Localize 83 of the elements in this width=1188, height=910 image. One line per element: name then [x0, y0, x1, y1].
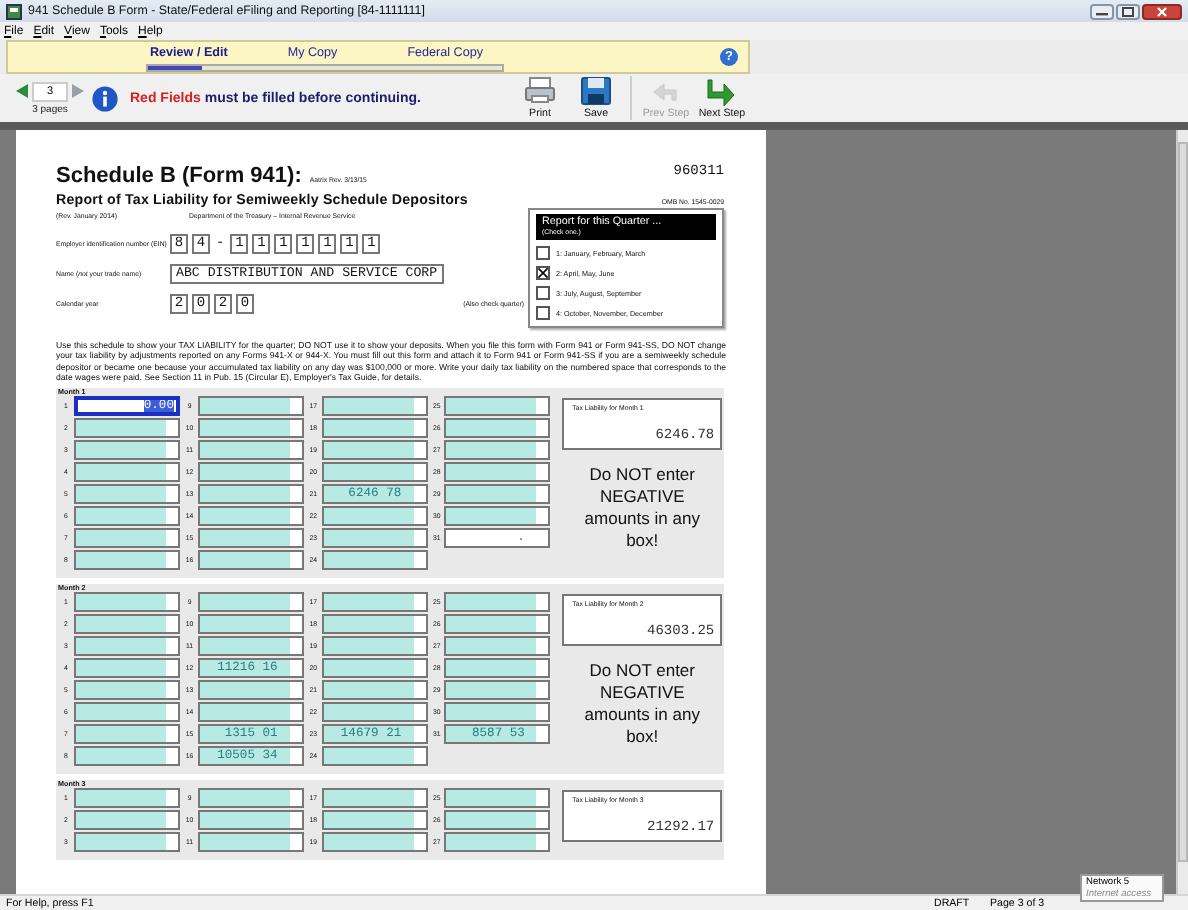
amount-field[interactable] [74, 506, 180, 527]
amount-field[interactable] [321, 506, 428, 527]
amount-field[interactable] [74, 746, 180, 767]
amount-field[interactable] [74, 462, 180, 483]
scrollbar[interactable] [1176, 130, 1188, 894]
amount-field[interactable] [444, 396, 551, 417]
amount-field[interactable] [197, 832, 304, 853]
amount-field[interactable] [321, 462, 428, 483]
amount-field[interactable] [321, 832, 428, 853]
checkbox[interactable] [536, 246, 550, 260]
amount-field[interactable] [444, 788, 551, 809]
amount-field[interactable] [197, 506, 304, 527]
amount-field[interactable] [321, 418, 428, 439]
amount-field[interactable] [74, 658, 180, 679]
amount-field[interactable] [321, 636, 428, 657]
amount-field[interactable] [321, 592, 428, 613]
amount-field[interactable] [444, 440, 551, 461]
amount-field[interactable] [197, 702, 304, 723]
amount-field[interactable] [74, 680, 180, 701]
amount-field[interactable] [321, 810, 428, 831]
amount-field[interactable] [444, 832, 551, 853]
amount-field[interactable] [197, 440, 304, 461]
amount-field[interactable] [444, 810, 551, 831]
amount-field[interactable] [444, 418, 551, 439]
amount-field[interactable] [74, 832, 180, 853]
form-title: Schedule B (Form 941): [56, 164, 302, 188]
app-icon [6, 3, 22, 19]
amount-field[interactable] [197, 528, 304, 549]
amount-field[interactable] [444, 702, 551, 723]
amount-field[interactable] [197, 636, 304, 657]
amount-field[interactable] [74, 702, 180, 723]
amount-field[interactable] [444, 680, 551, 701]
amount-field[interactable] [444, 636, 551, 657]
amount-field[interactable] [197, 484, 304, 505]
amount-field[interactable] [74, 788, 180, 809]
amount-field[interactable] [74, 614, 180, 635]
amount-field[interactable] [74, 440, 180, 461]
amount-field[interactable] [444, 614, 551, 635]
amount-field[interactable] [321, 788, 428, 809]
amount-field[interactable] [74, 418, 180, 439]
maximize-icon[interactable] [1116, 3, 1140, 19]
amount-field[interactable] [197, 788, 304, 809]
previous-page-icon[interactable] [16, 84, 28, 98]
amount-field[interactable] [321, 440, 428, 461]
amount-field[interactable] [321, 550, 428, 571]
amount-field[interactable] [74, 724, 180, 745]
amount-field[interactable] [444, 484, 551, 505]
checkbox[interactable] [536, 266, 550, 280]
arrow-icon [706, 76, 738, 106]
amount-field[interactable] [74, 636, 180, 657]
amount-field[interactable] [444, 592, 551, 613]
amount-field[interactable] [321, 658, 428, 679]
amount-field[interactable] [444, 462, 551, 483]
amount-field[interactable] [321, 614, 428, 635]
amount-field[interactable] [74, 810, 180, 831]
amount-field[interactable] [74, 550, 180, 571]
amount-field[interactable] [197, 592, 304, 613]
amount-field[interactable] [74, 528, 180, 549]
minimize-icon[interactable] [1090, 3, 1114, 19]
amount-field[interactable] [321, 746, 428, 767]
amount-field[interactable] [321, 528, 428, 549]
amount-field[interactable] [197, 550, 304, 571]
checkbox[interactable] [536, 286, 550, 300]
amount-field[interactable] [321, 702, 428, 723]
amount-field[interactable] [444, 658, 551, 679]
amount-field[interactable] [197, 462, 304, 483]
amount-field[interactable] [197, 396, 304, 417]
amount-field[interactable] [321, 396, 428, 417]
checkbox[interactable] [536, 306, 550, 320]
printer-icon [524, 76, 556, 106]
warning-text: Do NOT enter NEGATIVE amounts in any box! [584, 464, 701, 553]
amount-field[interactable] [197, 810, 304, 831]
amount-field[interactable] [74, 592, 180, 613]
amount-field[interactable] [444, 506, 551, 527]
amount-field[interactable] [321, 680, 428, 701]
close-icon[interactable] [1142, 3, 1182, 19]
next-page-icon[interactable] [72, 84, 84, 98]
info-icon [92, 85, 118, 111]
amount-field[interactable] [197, 614, 304, 635]
amount-field[interactable] [197, 680, 304, 701]
amount-field[interactable] [197, 418, 304, 439]
amount-field[interactable] [74, 484, 180, 505]
warning-text: Do NOT enter NEGATIVE amounts in any box! [584, 660, 701, 749]
